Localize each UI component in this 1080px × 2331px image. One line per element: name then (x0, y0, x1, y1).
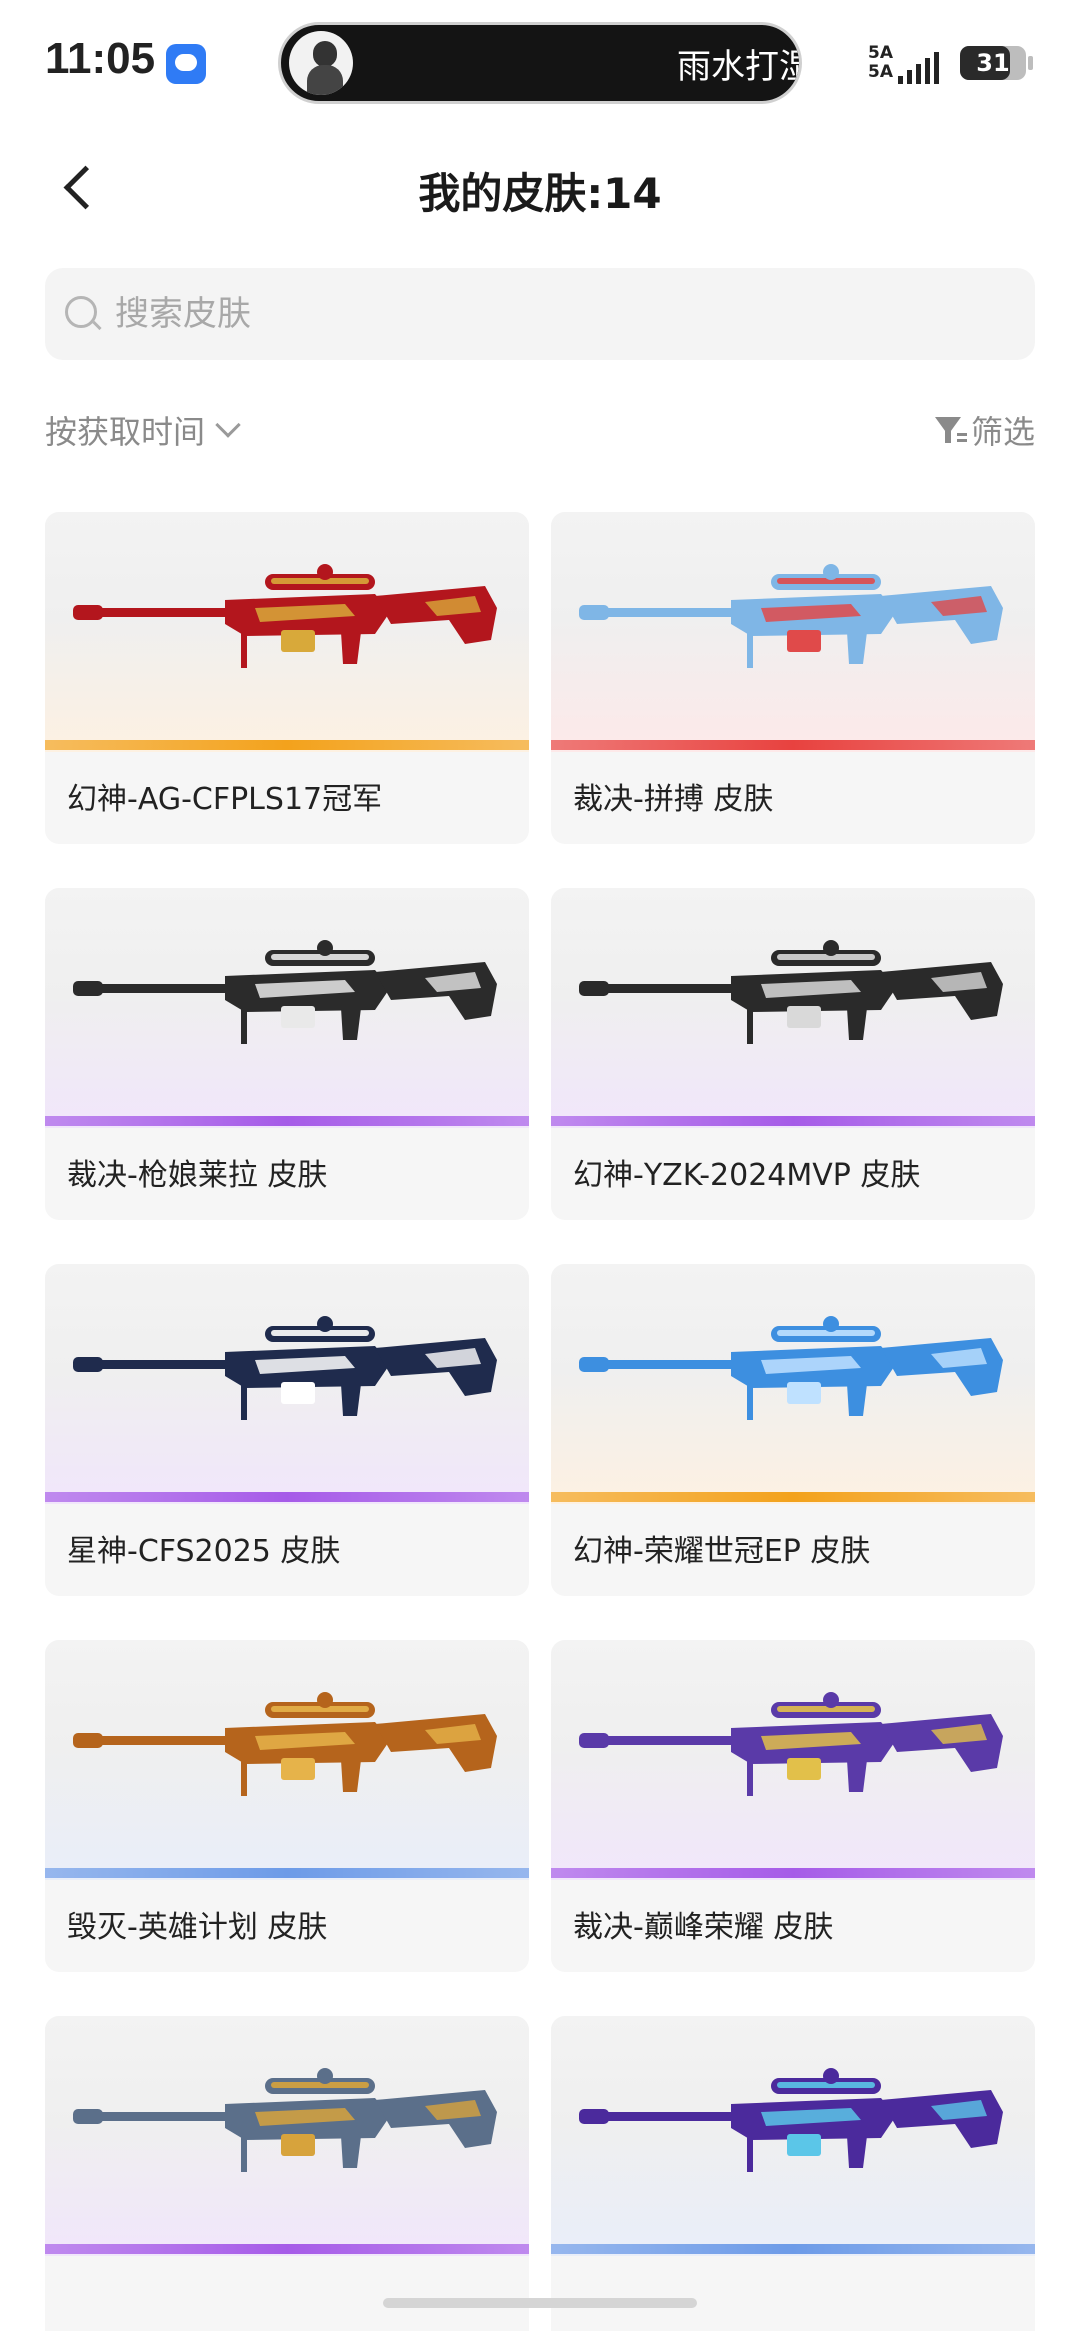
cellular-signal-icon: 5A 5A (868, 44, 948, 84)
skin-name: 裁决-巅峰荣耀 皮肤 (573, 1910, 834, 1945)
skin-card[interactable]: 裁决-拼搏 皮肤 (551, 512, 1035, 844)
skin-name: 星神-CFS2025 皮肤 (67, 1534, 341, 1569)
filter-label: 筛选 (970, 413, 1035, 451)
skin-name: 毁灭-英雄计划 皮肤 (67, 1910, 328, 1945)
skin-card[interactable]: 幻神-AG-CFPLS17冠军 (45, 512, 529, 844)
skin-name: 幻神-荣耀世冠EP 皮肤 (573, 1534, 871, 1569)
search-icon (65, 296, 102, 332)
search-bar[interactable] (45, 268, 1035, 360)
home-indicator[interactable] (383, 2298, 697, 2308)
skin-name: 裁决-枪娘莱拉 皮肤 (67, 1158, 328, 1193)
status-bar: 11:05 雨水打湿 5A 5A 31 (0, 0, 1080, 125)
chevron-down-icon (215, 412, 241, 438)
rarity-stripe (551, 740, 1035, 750)
rarity-stripe (45, 1868, 529, 1878)
skin-name: 裁决-拼搏 皮肤 (573, 782, 774, 817)
rarity-stripe (551, 1492, 1035, 1502)
skin-card[interactable]: 星神-CFS2025 皮肤 (45, 1264, 529, 1596)
rarity-stripe (551, 1868, 1035, 1878)
signal-label-sim2: 5A (868, 62, 893, 82)
skin-card[interactable] (551, 2016, 1035, 2331)
skin-name: 幻神-YZK-2024MVP 皮肤 (573, 1158, 921, 1193)
dynamic-island[interactable]: 雨水打湿 (278, 22, 802, 104)
rarity-stripe (45, 740, 529, 750)
rifle-icon (73, 940, 497, 1044)
filter-button[interactable]: 筛选 (934, 405, 1035, 455)
sort-label: 按获取时间 (45, 413, 206, 451)
skin-card[interactable]: 裁决-枪娘莱拉 皮肤 (45, 888, 529, 1220)
rarity-stripe (551, 2244, 1035, 2254)
rifle-icon (579, 1316, 1003, 1420)
skin-name: 幻神-AG-CFPLS17冠军 (67, 782, 383, 817)
rarity-stripe (45, 1492, 529, 1502)
rarity-stripe (45, 1116, 529, 1126)
rarity-stripe (551, 1116, 1035, 1126)
rifle-icon (73, 2068, 497, 2172)
skin-card[interactable]: 裁决-巅峰荣耀 皮肤 (551, 1640, 1035, 1972)
skin-card[interactable]: 幻神-荣耀世冠EP 皮肤 (551, 1264, 1035, 1596)
signal-label-sim1: 5A (868, 43, 893, 63)
skin-card[interactable]: 毁灭-英雄计划 皮肤 (45, 1640, 529, 1972)
message-notification-icon (166, 44, 206, 84)
skin-card[interactable]: 幻神-YZK-2024MVP 皮肤 (551, 888, 1035, 1220)
rifle-icon (579, 2068, 1003, 2172)
rarity-stripe (45, 2244, 529, 2254)
rifle-icon (579, 564, 1003, 668)
page-title: 我的皮肤:14 (418, 169, 662, 218)
status-time: 11:05 (45, 34, 156, 83)
rifle-icon (73, 564, 497, 668)
skin-card[interactable] (45, 2016, 529, 2331)
rifle-icon (73, 1692, 497, 1796)
rifle-icon (579, 1692, 1003, 1796)
battery-percent: 31 (976, 49, 1010, 77)
battery-icon: 31 (960, 46, 1033, 80)
island-avatar (289, 31, 353, 95)
search-input[interactable] (115, 268, 1015, 360)
sort-dropdown[interactable]: 按获取时间 (45, 405, 241, 455)
rifle-icon (73, 1316, 497, 1420)
island-text: 雨水打湿 (677, 47, 802, 87)
rifle-icon (579, 940, 1003, 1044)
filter-icon (934, 415, 967, 445)
